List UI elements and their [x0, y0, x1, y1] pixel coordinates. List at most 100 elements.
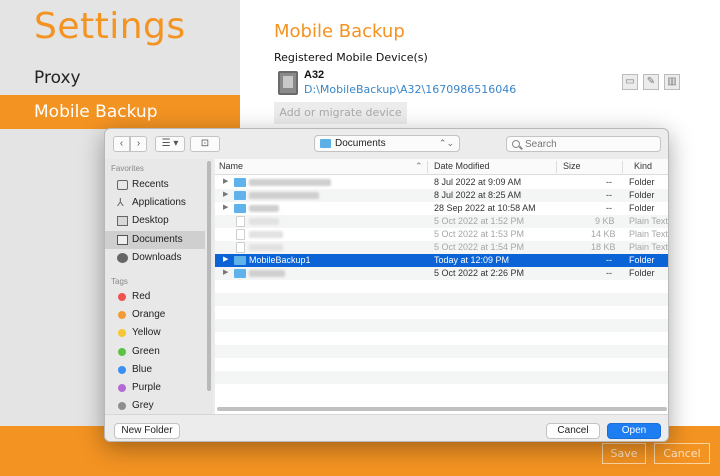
kind-cell: Folder [629, 268, 655, 278]
search-input[interactable] [506, 136, 661, 152]
tag-orange[interactable]: Orange [105, 306, 205, 324]
sidebar-item-mobile-backup[interactable]: Mobile Backup [0, 95, 240, 129]
table-row[interactable]: 5 Oct 2022 at 1:53 PM 14 KB Plain Text [215, 228, 668, 241]
size-cell: 18 KB [591, 242, 616, 252]
empty-row [215, 371, 668, 384]
tag-green[interactable]: Green [105, 343, 205, 361]
tag-label: Blue [132, 364, 153, 375]
tag-label: Grey [132, 400, 154, 411]
forward-icon[interactable]: › [130, 136, 147, 152]
disclosure-triangle-icon[interactable]: ▶ [223, 177, 228, 185]
size-cell: 9 KB [595, 216, 615, 226]
cancel-button[interactable]: Cancel [546, 423, 600, 439]
recents-icon [117, 180, 128, 190]
new-folder-button[interactable]: New Folder [114, 423, 180, 439]
tag-yellow[interactable]: Yellow [105, 324, 205, 342]
desktop-icon [117, 216, 128, 226]
table-row[interactable]: ▶ 5 Oct 2022 at 2:26 PM -- Folder [215, 267, 668, 280]
empty-row [215, 306, 668, 319]
folder-icon [234, 256, 246, 265]
new-folder-icon[interactable]: ⊡ [190, 136, 220, 152]
edit-icon[interactable]: ✎ [643, 74, 659, 90]
tag-dot-icon [118, 293, 126, 301]
dialog-toolbar: ‹ › ☰ ▾ ⊡ Documents ⌃⌄ [105, 129, 668, 159]
sidebar-item-proxy[interactable]: Proxy [0, 61, 240, 95]
date-cell: 8 Jul 2022 at 8:25 AM [434, 190, 522, 200]
sidebar-item-recents[interactable]: Recents [105, 176, 205, 194]
disclosure-triangle-icon[interactable]: ▶ [223, 255, 228, 263]
date-cell: 5 Oct 2022 at 1:53 PM [434, 229, 525, 239]
tag-label: Purple [132, 382, 161, 393]
name-cell: MobileBackup1 [249, 255, 311, 265]
device-path[interactable]: D:\MobileBackup\A32\1670986516046 [304, 83, 516, 96]
empty-row [215, 332, 668, 345]
open-file-dialog: ‹ › ☰ ▾ ⊡ Documents ⌃⌄ Favorites Recents… [104, 128, 669, 442]
kind-cell: Plain Text [629, 242, 668, 252]
column-divider [556, 161, 557, 173]
date-cell: 8 Jul 2022 at 9:09 AM [434, 177, 522, 187]
disclosure-triangle-icon[interactable]: ▶ [223, 190, 228, 198]
updown-arrows-icon: ⌃⌄ [438, 138, 454, 148]
redacted-name [249, 218, 279, 225]
tag-grey[interactable]: Grey [105, 397, 205, 415]
folder-icon [234, 178, 246, 187]
sidebar-item-label: Downloads [132, 252, 182, 263]
tag-label: Red [132, 291, 151, 302]
sidebar-item-documents[interactable]: Documents [105, 231, 205, 249]
location-select[interactable]: Documents ⌃⌄ [314, 135, 460, 152]
sidebar-item-downloads[interactable]: Downloads [105, 249, 205, 267]
redacted-name [249, 179, 331, 186]
date-cell: 28 Sep 2022 at 10:58 AM [434, 203, 536, 213]
open-button[interactable]: Open [607, 423, 661, 439]
device-name: A32 [304, 69, 325, 81]
sidebar-scrollbar[interactable] [207, 161, 211, 391]
column-kind[interactable]: Kind [634, 161, 652, 171]
tag-purple[interactable]: Purple [105, 379, 205, 397]
sort-up-icon: ⌃ [415, 161, 423, 171]
table-row[interactable]: ▶ 8 Jul 2022 at 9:09 AM -- Folder [215, 176, 668, 189]
disclosure-triangle-icon[interactable]: ▶ [223, 203, 228, 211]
table-row[interactable]: ▶ 28 Sep 2022 at 10:58 AM -- Folder [215, 202, 668, 215]
dialog-footer: New Folder Cancel Open [105, 414, 668, 441]
table-row[interactable]: 5 Oct 2022 at 1:52 PM 9 KB Plain Text [215, 215, 668, 228]
table-row[interactable]: ▶ 8 Jul 2022 at 8:25 AM -- Folder [215, 189, 668, 202]
table-row-selected[interactable]: ▶ MobileBackup1 Today at 12:09 PM -- Fol… [215, 254, 668, 267]
folder-icon [234, 191, 246, 200]
size-cell: -- [606, 190, 612, 200]
empty-row [215, 319, 668, 332]
sidebar-item-label: Desktop [132, 215, 169, 226]
disclosure-triangle-icon[interactable]: ▶ [223, 268, 228, 276]
sidebar-item-desktop[interactable]: Desktop [105, 212, 205, 230]
horizontal-scrollbar[interactable] [217, 407, 667, 411]
size-cell: -- [606, 203, 612, 213]
column-divider [427, 161, 428, 173]
redacted-name [249, 231, 283, 238]
add-migrate-device-button[interactable]: Add or migrate device [274, 102, 407, 124]
column-divider [622, 161, 623, 173]
column-name[interactable]: Name [219, 161, 243, 171]
open-folder-icon[interactable]: ▭ [622, 74, 638, 90]
trash-icon[interactable]: ▥ [664, 74, 680, 90]
date-cell: 5 Oct 2022 at 1:52 PM [434, 216, 525, 226]
location-label: Documents [335, 138, 386, 149]
tag-red[interactable]: Red [105, 288, 205, 306]
column-size[interactable]: Size [563, 161, 581, 171]
back-icon[interactable]: ‹ [113, 136, 130, 152]
sidebar-item-applications[interactable]: ⅄ Applications [105, 194, 205, 212]
text-file-icon [236, 229, 245, 240]
documents-icon [117, 235, 128, 245]
save-button[interactable]: Save [602, 443, 646, 464]
tag-dot-icon [118, 402, 126, 410]
view-options-icon[interactable]: ☰ ▾ [155, 136, 185, 152]
app-title: Settings [34, 6, 186, 47]
redacted-name [249, 205, 279, 212]
column-date-modified[interactable]: Date Modified [434, 161, 490, 171]
redacted-name [249, 192, 319, 199]
empty-row [215, 293, 668, 306]
search-icon [512, 140, 520, 148]
table-row[interactable]: 5 Oct 2022 at 1:54 PM 18 KB Plain Text [215, 241, 668, 254]
folder-icon [234, 204, 246, 213]
footer-cancel-button[interactable]: Cancel [654, 443, 710, 464]
tags-heading: Tags [111, 277, 128, 286]
tag-blue[interactable]: Blue [105, 361, 205, 379]
